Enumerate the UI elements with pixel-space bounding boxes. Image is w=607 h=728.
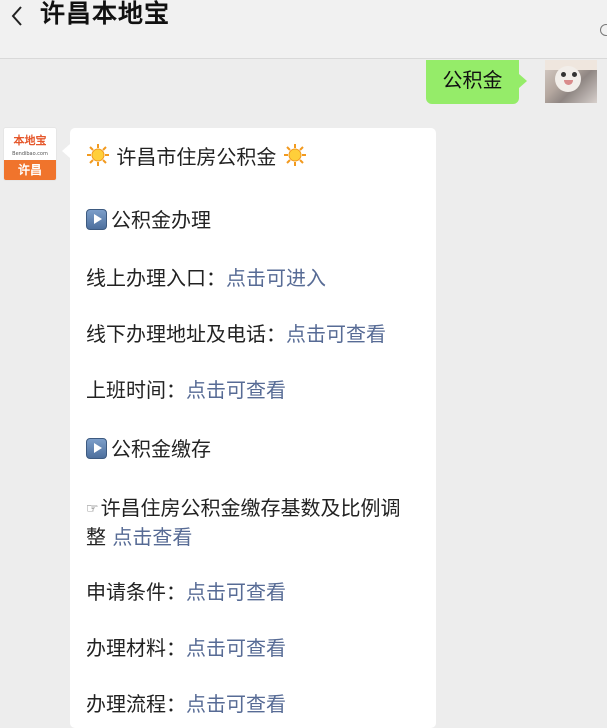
section-title-text: 公积金缴存	[111, 437, 211, 461]
online-entry-link[interactable]: 点击可进入	[226, 266, 326, 290]
item-label: 线上办理入口：	[86, 266, 226, 290]
item-label: 办理流程：	[86, 692, 186, 716]
page-title: 许昌本地宝	[40, 0, 171, 28]
conditions-link[interactable]: 点击可查看	[186, 580, 286, 604]
list-item: 上班时间：点击可查看	[86, 376, 286, 404]
list-item: ☞ 许昌住房公积金缴存基数及比例调	[86, 494, 401, 523]
section-title-text: 公积金办理	[111, 208, 211, 232]
item-label: 上班时间：	[86, 378, 186, 402]
item-label: 申请条件：	[86, 580, 186, 604]
outgoing-bubble[interactable]: 公积金	[426, 60, 527, 104]
logo-city: 许昌	[4, 160, 56, 180]
list-item: 办理流程：点击可查看	[86, 690, 286, 718]
item-label: 办理材料：	[86, 636, 186, 660]
logo-name: 本地宝	[13, 134, 47, 147]
heading-text: 许昌市住房公积金	[116, 145, 277, 169]
incoming-bubble: 许昌市住房公积金 公积金办理 线上办理入口：点击可进入 线下办理地址及电话：点击…	[62, 128, 436, 728]
message-heading: 许昌市住房公积金	[86, 143, 307, 171]
section-title-handling: 公积金办理	[86, 206, 211, 234]
logo-url: Bendibao.com	[12, 151, 48, 157]
list-item: 申请条件：点击可查看	[86, 578, 286, 606]
back-button[interactable]	[6, 0, 28, 32]
top-bar: 许昌本地宝	[0, 0, 607, 59]
bot-logo: 本地宝 Bendibao.com	[4, 128, 56, 160]
pointing-hand-icon: ☞	[86, 501, 99, 517]
play-icon	[86, 438, 107, 459]
list-item-continued: 整 点击查看	[86, 523, 192, 551]
outgoing-message: 公积金	[397, 60, 597, 106]
materials-link[interactable]: 点击可查看	[186, 636, 286, 660]
process-link[interactable]: 点击可查看	[186, 692, 286, 716]
office-hours-link[interactable]: 点击可查看	[186, 378, 286, 402]
item-text: 许昌住房公积金缴存基数及比例调	[100, 496, 401, 520]
bot-avatar[interactable]: 本地宝 Bendibao.com 许昌	[4, 128, 56, 180]
sun-icon	[87, 144, 109, 166]
section-title-deposit: 公积金缴存	[86, 435, 211, 463]
item-text: 整	[86, 525, 106, 549]
user-avatar[interactable]	[545, 60, 597, 103]
list-item: 办理材料：点击可查看	[86, 634, 286, 662]
more-icon[interactable]	[599, 22, 607, 38]
offline-address-link[interactable]: 点击可查看	[286, 322, 386, 346]
list-item: 线上办理入口：点击可进入	[86, 264, 326, 292]
list-item: 线下办理地址及电话：点击可查看	[86, 320, 386, 348]
sun-icon	[283, 144, 306, 166]
base-ratio-link[interactable]: 点击查看	[112, 525, 192, 549]
item-label: 线下办理地址及电话：	[86, 322, 286, 346]
chevron-left-icon	[11, 6, 22, 26]
play-icon	[86, 209, 107, 230]
